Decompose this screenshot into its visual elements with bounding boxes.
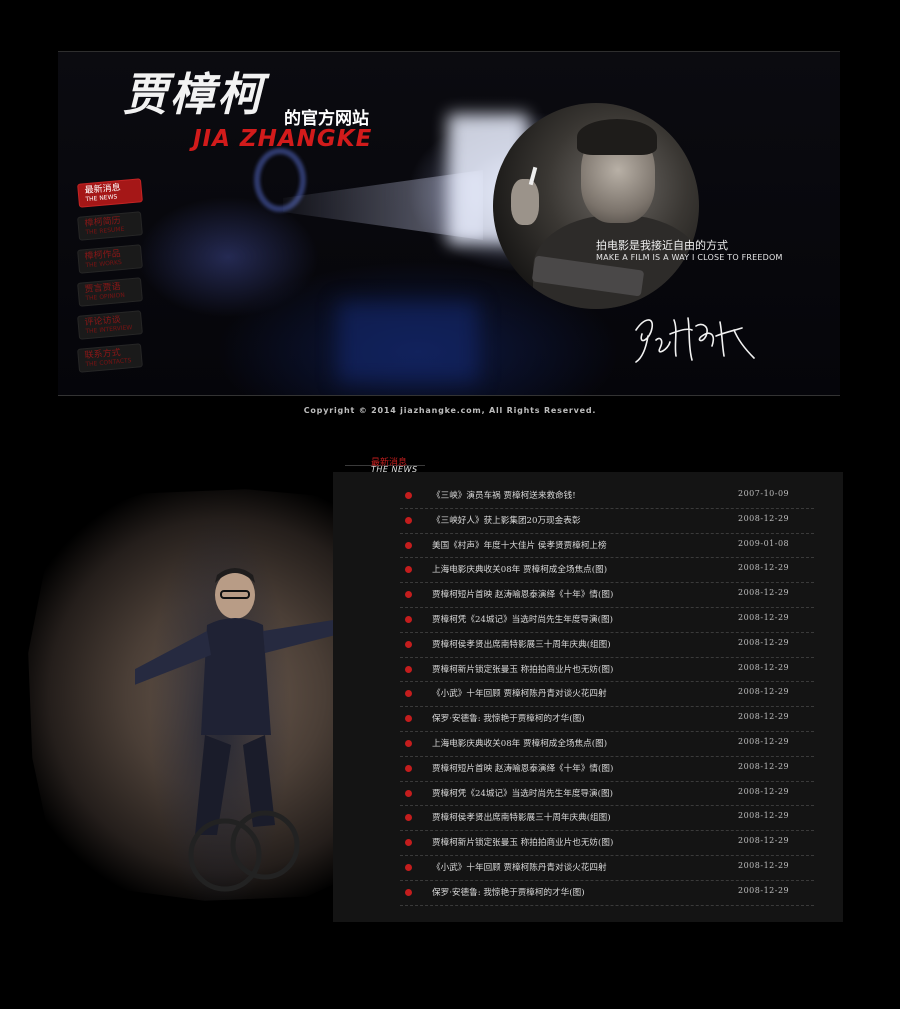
news-item-date: 2008-12-29: [738, 612, 790, 622]
bullet-icon: [405, 715, 412, 723]
copyright-text: Copyright © 2014 jiazhangke.com, All Rig…: [303, 406, 597, 415]
news-item-title-link[interactable]: 贾樟柯新片锁定张曼玉 称拍拍商业片也无妨(图): [432, 663, 613, 675]
news-list-item[interactable]: 上海电影庆典收关08年 贾樟柯成全场焦点(图) 2008-12-29: [400, 732, 814, 757]
bullet-icon: [405, 640, 412, 648]
news-list-item[interactable]: 贾樟柯新片锁定张曼玉 称拍拍商业片也无妨(图) 2008-12-29: [400, 831, 814, 856]
news-item-date: 2008-12-29: [738, 588, 790, 598]
news-list-item[interactable]: 《三峡好人》获上影集团20万现金表彰 2008-12-29: [400, 509, 814, 534]
news-list-item[interactable]: 保罗·安德鲁: 我惊艳于贾樟柯的才华(图) 2008-12-29: [400, 707, 814, 732]
news-item-date: 2008-12-29: [738, 736, 790, 746]
news-item-title-link[interactable]: 美国《村声》年度十大佳片 侯孝贤贾樟柯上榜: [432, 539, 607, 551]
cinema-seat-shape: [338, 302, 478, 382]
news-item-date: 2007-10-09: [738, 489, 790, 498]
portrait-cigarette-shape: [528, 166, 538, 186]
bullet-icon: [405, 839, 412, 847]
site-logo-en[interactable]: JIA ZHANGKE: [193, 126, 372, 152]
news-item-title-link[interactable]: 《三峡好人》获上影集团20万现金表彰: [432, 514, 580, 526]
news-list-item[interactable]: 上海电影庆典收关08年 贾樟柯成全场焦点(图) 2008-12-29: [400, 558, 814, 584]
portrait-hand-shape: [511, 179, 539, 225]
hero-quote-cn: 拍电影是我接近自由的方式: [596, 239, 728, 252]
news-list-item[interactable]: 贾樟柯侯孝贤出席南特影展三十周年庆典(组图) 2008-12-29: [400, 633, 814, 658]
nav-item-news[interactable]: 最新消息 THE NEWS: [77, 178, 143, 208]
news-list-item[interactable]: 贾樟柯短片首映 赵涛喻恩泰演绎《十年》情(图) 2008-12-29: [400, 757, 814, 782]
news-list-item[interactable]: 贾樟柯侯孝贤出席南特影展三十周年庆典(组图) 2008-12-29: [400, 806, 814, 832]
news-item-date: 2008-12-29: [738, 563, 790, 573]
news-item-date: 2008-12-29: [738, 662, 790, 672]
bullet-icon: [405, 789, 412, 797]
news-item-title-link[interactable]: 贾樟柯新片锁定张曼玉 称拍拍商业片也无妨(图): [432, 836, 613, 848]
director-portrait: [493, 103, 699, 309]
bullet-icon: [405, 739, 412, 747]
news-item-date: 2008-12-29: [738, 836, 790, 846]
nav-item-interview[interactable]: 评论访谈 THE INTERVIEW: [77, 310, 143, 340]
bullet-icon: [405, 665, 412, 673]
bullet-icon: [405, 888, 412, 896]
news-item-title-link[interactable]: 《小武》十年回顾 贾樟柯陈丹青对谈火花四射: [432, 687, 607, 699]
news-item-title-link[interactable]: 贾樟柯短片首映 赵涛喻恩泰演绎《十年》情(图): [432, 588, 613, 600]
news-list-item[interactable]: 《小武》十年回顾 贾樟柯陈丹青对谈火花四射 2008-12-29: [400, 856, 814, 881]
news-item-date: 2008-12-29: [738, 761, 790, 771]
news-item-date: 2008-12-29: [738, 811, 790, 821]
news-item-title-link[interactable]: 《三峡》演员车祸 贾樟柯送来救命钱!: [432, 489, 576, 501]
news-item-title-link[interactable]: 《小武》十年回顾 贾樟柯陈丹青对谈火花四射: [432, 861, 607, 873]
site-logo-cn[interactable]: 贾樟柯: [123, 72, 264, 117]
news-item-title-link[interactable]: 贾樟柯凭《24城记》当选时尚先生年度导演(图): [432, 613, 613, 625]
news-list-item[interactable]: 贾樟柯新片锁定张曼玉 称拍拍商业片也无妨(图) 2008-12-29: [400, 658, 814, 683]
bullet-icon: [405, 764, 412, 772]
news-item-date: 2008-12-29: [738, 712, 790, 722]
news-item-title-link[interactable]: 贾樟柯凭《24城记》当选时尚先生年度导演(图): [432, 787, 613, 799]
news-item-date: 2008-12-29: [738, 637, 790, 647]
hero-bottom-divider: [58, 395, 840, 396]
news-item-title-link[interactable]: 保罗·安德鲁: 我惊艳于贾樟柯的才华(图): [432, 886, 585, 898]
news-item-date: 2008-12-29: [738, 687, 790, 697]
hero-quote-en: MAKE A FILM IS A WAY I CLOSE TO FREEDOM: [596, 253, 783, 262]
news-item-date: 2008-12-29: [738, 786, 790, 796]
bullet-icon: [405, 591, 412, 599]
news-item-date: 2009-01-08: [738, 538, 790, 548]
news-list-item[interactable]: 美国《村声》年度十大佳片 侯孝贤贾樟柯上榜 2009-01-08: [400, 534, 814, 559]
news-item-title-link[interactable]: 贾樟柯短片首映 赵涛喻恩泰演绎《十年》情(图): [432, 762, 613, 774]
signature-image: [635, 317, 755, 363]
bullet-icon: [405, 566, 412, 574]
news-item-title-link[interactable]: 保罗·安德鲁: 我惊艳于贾樟柯的才华(图): [432, 712, 585, 724]
news-list-item[interactable]: 《小武》十年回顾 贾樟柯陈丹青对谈火花四射 2008-12-29: [400, 682, 814, 708]
bullet-icon: [405, 863, 412, 871]
bullet-icon: [405, 615, 412, 623]
news-item-date: 2008-12-29: [738, 885, 790, 895]
news-item-date: 2008-12-29: [738, 860, 790, 870]
nav-item-works[interactable]: 樟柯作品 THE WORKS: [77, 244, 143, 274]
bullet-icon: [405, 541, 412, 549]
news-list-item[interactable]: 《三峡》演员车祸 贾樟柯送来救命钱! 2007-10-09: [400, 484, 814, 509]
bullet-icon: [405, 516, 412, 524]
rider-figure-shape: [135, 568, 355, 892]
nav-item-contacts[interactable]: 联系方式 THE CONTACTS: [77, 343, 143, 373]
news-item-date: 2008-12-29: [738, 513, 790, 523]
main-nav: 最新消息 THE NEWS 樟柯简历 THE RESUME 樟柯作品 THE W…: [77, 178, 143, 379]
news-item-title-link[interactable]: 上海电影庆典收关08年 贾樟柯成全场焦点(图): [432, 563, 607, 575]
news-item-title-link[interactable]: 上海电影庆典收关08年 贾樟柯成全场焦点(图): [432, 737, 607, 749]
news-list-item[interactable]: 贾樟柯凭《24城记》当选时尚先生年度导演(图) 2008-12-29: [400, 782, 814, 807]
news-list-item[interactable]: 贾樟柯凭《24城记》当选时尚先生年度导演(图) 2008-12-29: [400, 608, 814, 633]
news-list: 《三峡》演员车祸 贾樟柯送来救命钱! 2007-10-09 《三峡好人》获上影集团2…: [400, 484, 814, 906]
bullet-icon: [405, 492, 412, 499]
news-list-item[interactable]: 贾樟柯短片首映 赵涛喻恩泰演绎《十年》情(图) 2008-12-29: [400, 583, 814, 608]
bullet-icon: [405, 690, 412, 698]
news-item-title-link[interactable]: 贾樟柯侯孝贤出席南特影展三十周年庆典(组图): [432, 638, 611, 650]
news-list-item[interactable]: 保罗·安德鲁: 我惊艳于贾樟柯的才华(图) 2008-12-29: [400, 881, 814, 906]
bullet-icon: [405, 814, 412, 822]
news-item-title-link[interactable]: 贾樟柯侯孝贤出席南特影展三十周年庆典(组图): [432, 811, 611, 823]
nav-item-opinion[interactable]: 贾言贾语 THE OPINION: [77, 277, 143, 307]
portrait-hair-shape: [577, 119, 657, 155]
nav-item-resume[interactable]: 樟柯简历 THE RESUME: [77, 211, 143, 241]
